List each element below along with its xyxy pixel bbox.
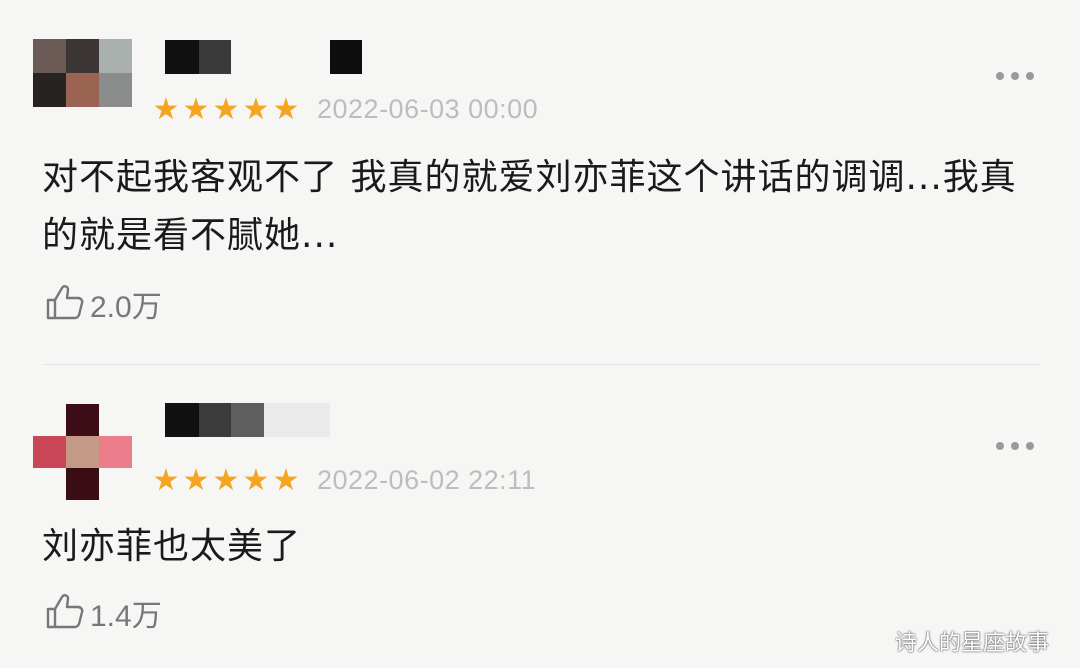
comment-text: 对不起我客观不了 我真的就爱刘亦菲这个讲话的调调...我真的就是看不腻她...	[42, 157, 1017, 256]
star-rating: ★ ★ ★ ★ ★	[152, 463, 300, 498]
like-button[interactable]: 1.4万	[44, 591, 162, 635]
username-redacted[interactable]	[165, 403, 330, 437]
comment-item: ★ ★ ★ ★ ★ 2022-06-02 22:11 刘亦菲也太美了 1.4万	[0, 365, 1080, 668]
star-rating: ★ ★ ★ ★ ★	[152, 92, 300, 127]
star-icon: ★	[182, 463, 210, 498]
like-button[interactable]: 2.0万	[44, 282, 162, 326]
avatar[interactable]	[33, 404, 132, 500]
star-icon: ★	[212, 463, 240, 498]
thumbs-up-icon	[44, 591, 84, 635]
star-icon: ★	[212, 92, 240, 127]
star-icon: ★	[182, 92, 210, 127]
avatar[interactable]	[33, 39, 132, 107]
star-icon: ★	[272, 463, 300, 498]
star-icon: ★	[242, 463, 270, 498]
like-count: 1.4万	[90, 600, 162, 633]
like-count: 2.0万	[90, 291, 162, 324]
more-dots-icon[interactable]	[996, 442, 1034, 450]
comment-text: 刘亦菲也太美了	[42, 526, 302, 567]
more-dots-icon[interactable]	[996, 72, 1034, 80]
star-icon: ★	[272, 92, 300, 127]
thumbs-up-icon	[44, 282, 84, 326]
star-icon: ★	[242, 92, 270, 127]
username-redacted[interactable]	[165, 40, 362, 74]
comment-item: ★ ★ ★ ★ ★ 2022-06-03 00:00 对不起我客观不了 我真的就…	[0, 0, 1080, 364]
comment-date: 2022-06-03 00:00	[317, 94, 539, 124]
star-icon: ★	[152, 463, 180, 498]
watermark: 诗人的星座故事	[895, 631, 1050, 656]
comment-date: 2022-06-02 22:11	[317, 465, 537, 495]
star-icon: ★	[152, 92, 180, 127]
